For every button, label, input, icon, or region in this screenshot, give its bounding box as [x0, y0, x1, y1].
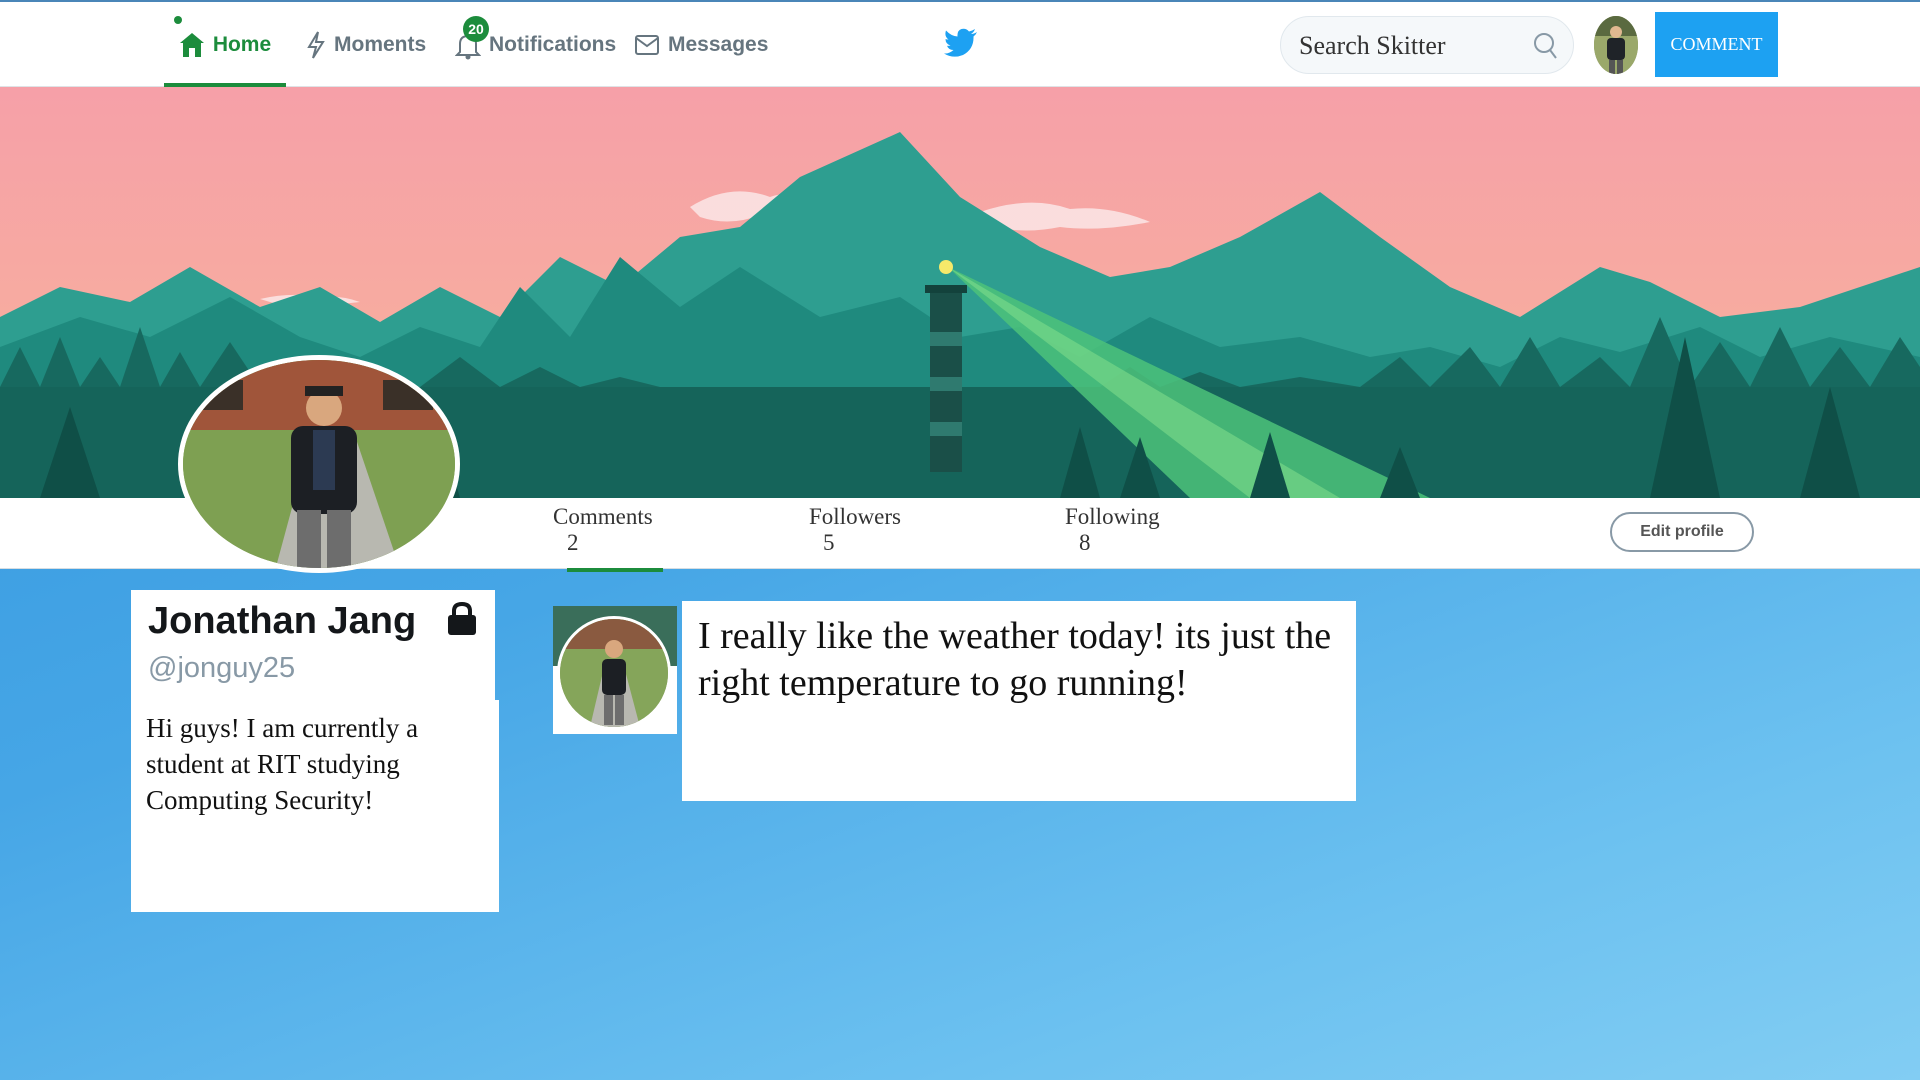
nav-messages[interactable]: Messages	[634, 2, 768, 87]
nav-notifications[interactable]: 20 Notifications	[455, 2, 616, 87]
nav-notifications-label: Notifications	[489, 32, 617, 56]
user-avatar[interactable]	[1594, 16, 1638, 74]
stat-comments-label: Comments	[553, 504, 653, 529]
nav-moments-label: Moments	[334, 32, 427, 56]
lightning-icon	[307, 30, 325, 59]
notifications-count-badge: 20	[463, 16, 489, 42]
avatar-image	[1594, 16, 1638, 74]
stat-following-label: Following	[1065, 504, 1160, 529]
search-box	[1280, 16, 1574, 74]
stat-followers[interactable]: Followers 5	[809, 504, 901, 556]
profile-photo[interactable]	[178, 355, 460, 573]
profile-photo-image	[183, 360, 455, 568]
search-icon[interactable]	[1533, 32, 1559, 60]
top-navigation-bar: Home Moments 20 Notifications Messages S…	[0, 0, 1920, 87]
nav-home[interactable]: Home	[164, 2, 286, 87]
stat-comments-value: 2	[567, 530, 579, 555]
stat-following[interactable]: Following 8	[1065, 504, 1160, 556]
profile-bio-card: Hi guys! I am currently a student at RIT…	[131, 700, 499, 912]
comment-button[interactable]: COMMENT	[1655, 12, 1778, 77]
stat-followers-label: Followers	[809, 504, 901, 529]
search-input[interactable]	[1297, 25, 1531, 67]
profile-name-card: Jonathan Jang @jonguy25	[131, 590, 495, 700]
lock-icon	[448, 602, 476, 635]
post-avatar-container	[553, 606, 677, 734]
post-avatar-image	[560, 619, 668, 727]
home-indicator-dot	[174, 16, 182, 24]
post-card: I really like the weather today! its jus…	[682, 601, 1356, 801]
profile-name: Jonathan Jang	[148, 600, 417, 642]
post-author-avatar[interactable]	[557, 616, 671, 730]
bird-icon[interactable]	[944, 28, 978, 58]
stat-comments-underline	[567, 568, 663, 572]
stat-comments[interactable]: Comments 2	[553, 504, 663, 572]
nav-messages-label: Messages	[668, 32, 769, 56]
profile-handle: @jonguy25	[148, 652, 296, 684]
home-icon	[179, 32, 204, 57]
envelope-icon	[635, 34, 659, 55]
stat-following-value: 8	[1079, 530, 1091, 555]
nav-home-label: Home	[212, 32, 272, 56]
profile-bio: Hi guys! I am currently a student at RIT…	[146, 713, 419, 815]
edit-profile-button[interactable]: Edit profile	[1610, 512, 1754, 552]
nav-moments[interactable]: Moments	[306, 2, 426, 87]
post-text: I really like the weather today! its jus…	[698, 615, 1332, 704]
stat-followers-value: 5	[823, 530, 835, 555]
